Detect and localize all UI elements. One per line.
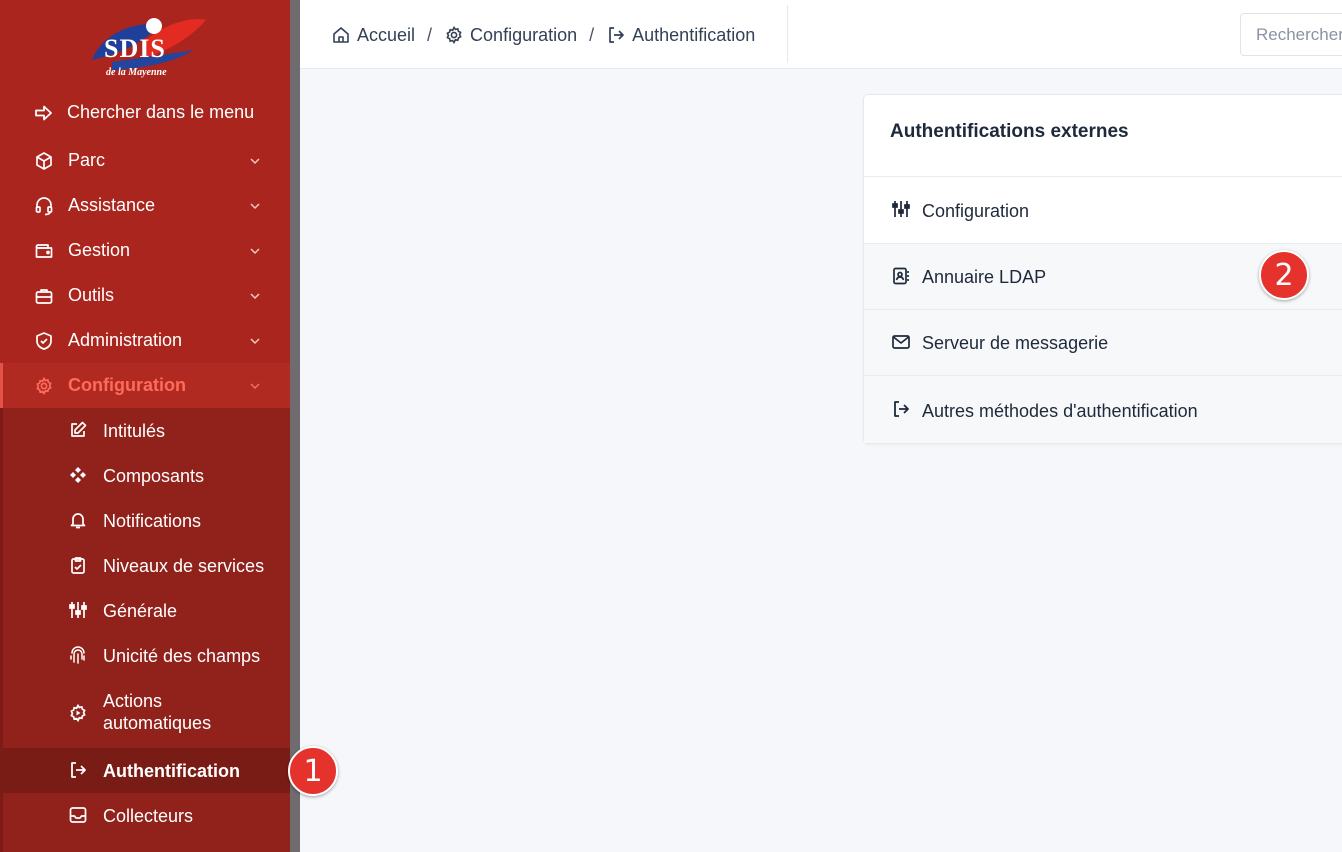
sidebar-item-gestion[interactable]: Gestion — [0, 228, 290, 273]
breadcrumb-authentification[interactable]: Authentification — [606, 25, 755, 46]
logo-text: SDIS — [104, 34, 166, 63]
card-row-label: Annuaire LDAP — [922, 267, 1047, 287]
wallet-icon — [34, 241, 54, 261]
breadcrumb-separator: / — [427, 24, 433, 45]
login-icon — [609, 27, 624, 43]
sidebar-item-assistance[interactable]: Assistance — [0, 183, 290, 228]
clipboard-icon — [68, 555, 88, 575]
components-icon — [68, 465, 88, 485]
arrow-right-icon — [34, 103, 54, 123]
sidebar-item-label: Parc — [68, 150, 106, 170]
menu-search-button[interactable]: Chercher dans le menu — [0, 90, 290, 135]
submenu-item-label: Composants — [103, 466, 205, 486]
gear-icon — [446, 25, 462, 45]
card-row-configuration[interactable]: Configuration — [864, 176, 1342, 243]
active-accent — [0, 363, 3, 408]
sidebar-item-outils[interactable]: Outils — [0, 273, 290, 318]
configuration-submenu: Intitulés Composants Notifications Nivea… — [0, 408, 290, 852]
submenu-item-label: Collecteurs — [103, 806, 194, 826]
envelope-icon — [891, 332, 911, 352]
submenu-item-label: Unicité des champs — [103, 646, 261, 666]
submenu-item-label: Niveaux de services — [103, 556, 265, 576]
card-row-label: Autres méthodes d'authentification — [922, 401, 1198, 421]
submenu-item-label: Actions automatiques — [103, 691, 212, 733]
chevron-down-icon — [250, 292, 260, 299]
logo-subtext: de la Mayenne — [106, 67, 167, 78]
card-row-label: Configuration — [922, 201, 1030, 221]
top-header: Accueil / Configuration / Authentificati… — [300, 0, 1342, 69]
submenu-item-label: Générale — [103, 601, 178, 621]
submenu-item-collecteurs[interactable]: Collecteurs — [0, 793, 290, 838]
submenu-item-composants[interactable]: Composants — [0, 453, 290, 498]
chevron-down-icon — [250, 202, 260, 209]
submenu-item-niveaux-de-services[interactable]: Niveaux de services — [0, 543, 290, 588]
submenu-item-authentification[interactable]: Authentification — [0, 748, 290, 793]
sidebar-item-administration[interactable]: Administration — [0, 318, 290, 363]
submenu-item-intitules[interactable]: Intitulés — [0, 408, 290, 453]
breadcrumb-home[interactable]: Accueil — [331, 25, 415, 46]
submenu-item-actions-automatiques[interactable]: Actions automatiques — [0, 678, 290, 748]
sidebar-item-configuration[interactable]: Configuration — [0, 363, 290, 408]
edit-icon — [68, 420, 88, 440]
chevron-down-icon — [250, 337, 260, 344]
address-book-icon — [891, 266, 911, 286]
submenu-item-label: Authentification — [103, 761, 240, 781]
inbox-icon — [68, 805, 88, 825]
sidebar-scrollbar[interactable] — [290, 0, 300, 852]
login-icon — [891, 399, 911, 419]
submenu-item-notifications[interactable]: Notifications — [0, 498, 290, 543]
gear-icon — [34, 376, 54, 396]
sidebar-item-label: Configuration — [68, 375, 186, 395]
bell-icon — [68, 510, 88, 530]
breadcrumb-separator: / — [589, 24, 595, 45]
sidebar-item-label: Outils — [68, 285, 115, 305]
fingerprint-icon — [68, 645, 88, 665]
sidebar-item-label: Gestion — [68, 240, 131, 260]
sidebar-item-label: Assistance — [68, 195, 156, 215]
shield-icon — [34, 331, 54, 351]
annotation-badge-1: 1 — [288, 746, 338, 796]
briefcase-icon — [34, 286, 54, 306]
headset-icon — [34, 196, 54, 216]
menu-search-label: Chercher dans le menu — [67, 102, 255, 122]
submenu-item-label: Notifications — [103, 511, 202, 531]
card-row-label: Serveur de messagerie — [922, 333, 1109, 353]
chevron-down-icon — [250, 157, 260, 164]
card-row-autres-methodes[interactable]: Autres méthodes d'authentification — [864, 375, 1342, 443]
card-row-serveur-de-messagerie[interactable]: Serveur de messagerie — [864, 309, 1342, 375]
sliders-icon — [891, 199, 911, 219]
gear-play-icon — [68, 703, 88, 723]
sidebar-item-label: Administration — [68, 330, 183, 350]
breadcrumb-configuration[interactable]: Configuration — [444, 25, 577, 46]
card-title: Authentifications externes — [890, 121, 1129, 142]
login-icon — [68, 760, 88, 780]
submenu-item-unicite-des-champs[interactable]: Unicité des champs — [0, 633, 290, 678]
box-icon — [34, 151, 54, 171]
sdis-logo[interactable]: SDIS de la Mayenne — [82, 14, 210, 82]
breadcrumb: Accueil / Configuration / Authentificati… — [331, 22, 755, 48]
home-icon — [333, 27, 349, 43]
chevron-down-icon — [250, 247, 260, 254]
submenu-item-label: Intitulés — [103, 421, 166, 441]
submenu-item-generale[interactable]: Générale — [0, 588, 290, 633]
sidebar: SDIS de la Mayenne Chercher dans le menu… — [0, 0, 300, 852]
sidebar-item-parc[interactable]: Parc — [0, 138, 290, 183]
annotation-badge-2: 2 — [1259, 250, 1309, 300]
sliders-icon — [68, 600, 88, 620]
header-divider — [787, 5, 788, 63]
global-search-input[interactable] — [1240, 13, 1342, 56]
chevron-down-icon — [250, 382, 260, 389]
